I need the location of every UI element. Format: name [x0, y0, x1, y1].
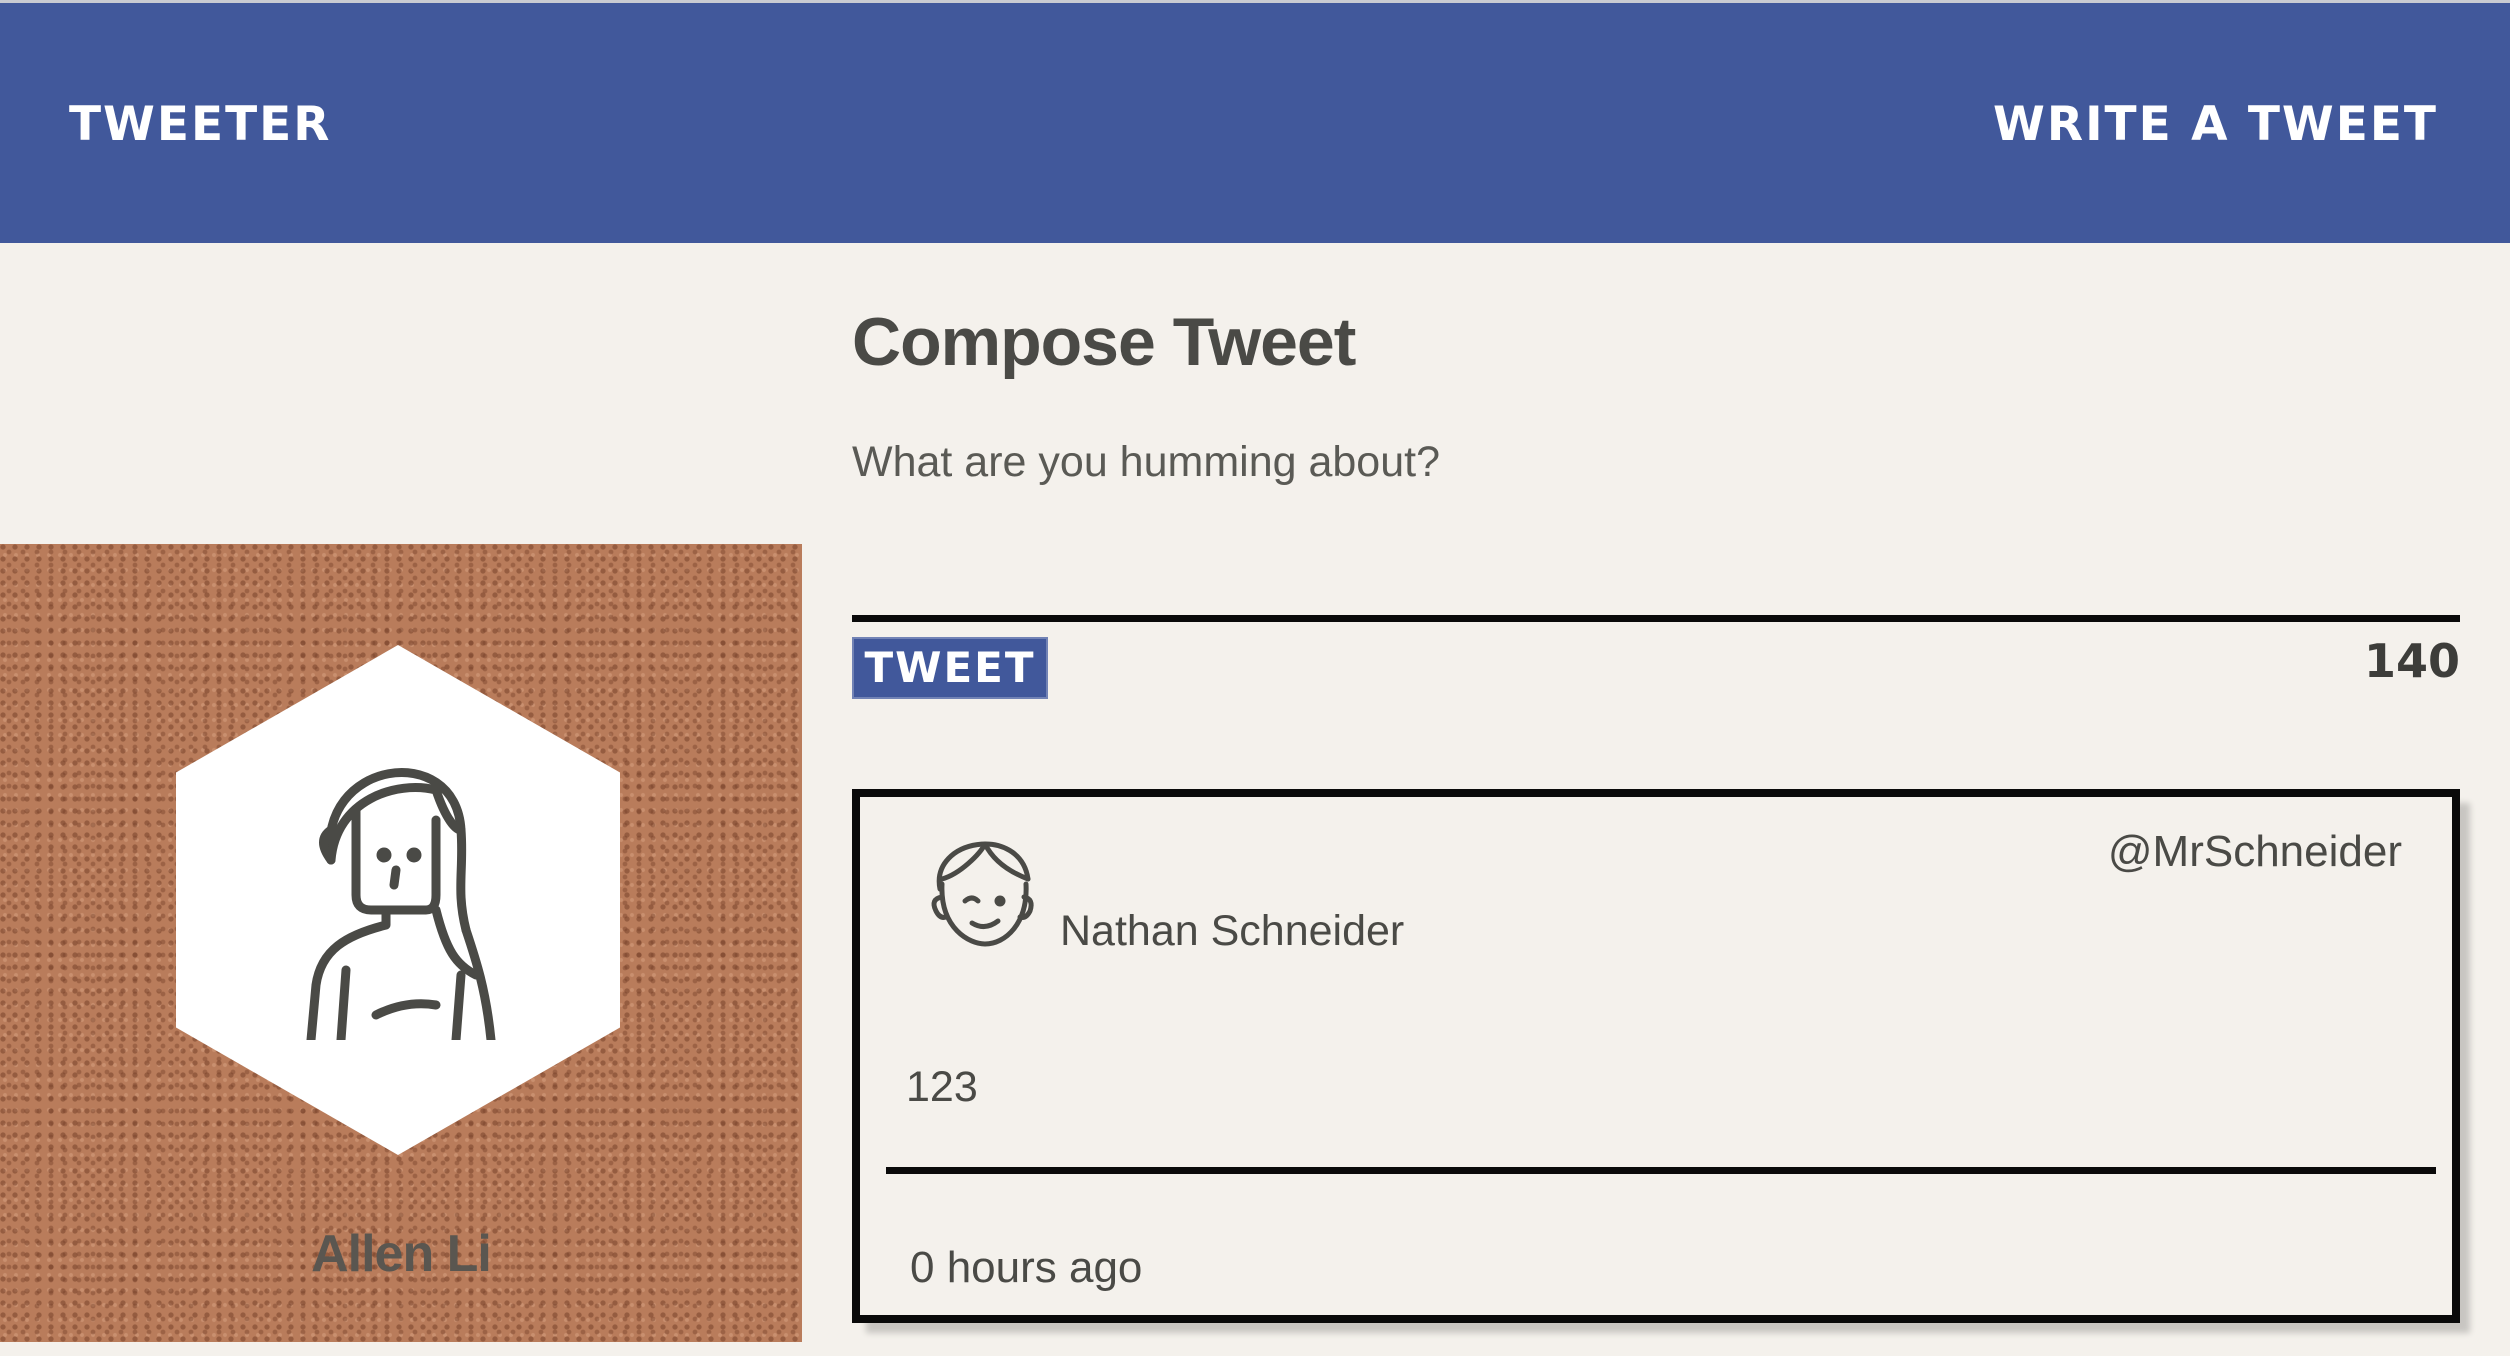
- character-counter: 140: [2363, 634, 2460, 688]
- brand-logo-link[interactable]: TWEETER: [69, 97, 331, 152]
- avatar-hexagon: [176, 645, 620, 1155]
- tweet-timestamp: 0 hours ago: [910, 1243, 1143, 1292]
- write-tweet-link[interactable]: WRITE A TWEET: [1993, 97, 2438, 152]
- tweet-author-name: Nathan Schneider: [1060, 907, 1405, 955]
- tweet-divider: [886, 1167, 2436, 1174]
- female-avatar-icon: [306, 768, 496, 1040]
- tweet-submit-button[interactable]: TWEET: [852, 637, 1048, 699]
- male-avatar-icon: [931, 841, 1034, 947]
- profile-name: Allen Li: [311, 1225, 492, 1283]
- profile-card: Allen Li: [0, 544, 802, 1342]
- top-nav: TWEETER WRITE A TWEET: [0, 0, 2510, 243]
- tweet-author-handle: @MrSchneider: [2107, 827, 2402, 876]
- compose-divider: [852, 615, 2460, 622]
- tweet-textarea[interactable]: [852, 438, 2462, 608]
- compose-title: Compose Tweet: [852, 304, 1356, 380]
- tweet-card: Nathan Schneider @MrSchneider 123 0 hour…: [852, 789, 2460, 1323]
- tweet-body: 123: [906, 1063, 978, 1111]
